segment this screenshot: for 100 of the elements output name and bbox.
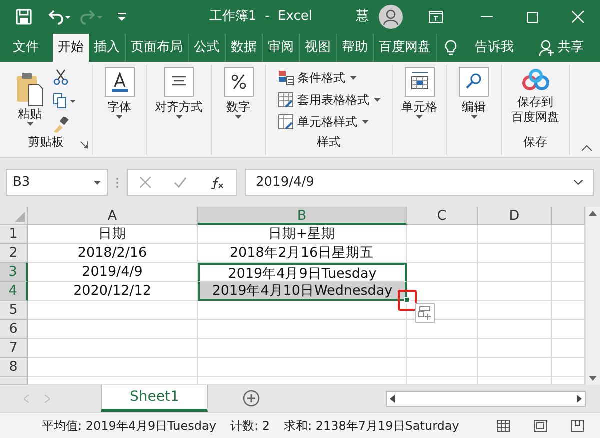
group-label: 样式 [317,134,341,151]
avatar-icon[interactable] [379,5,403,29]
dialog-launcher-icon[interactable] [80,141,88,149]
table-cell [552,301,585,320]
table-cell [552,263,585,282]
scroll-up-icon[interactable] [589,211,597,216]
table-cell [552,339,585,358]
expand-caret-icon [574,180,583,185]
table-cell [407,244,478,263]
ribbon-button[interactable]: 对齐方式 [155,65,203,119]
ribbon-menu-button[interactable]: 条件格式 [278,69,356,87]
row-header[interactable]: 8 [0,358,28,377]
table-cell [552,320,585,339]
caret-icon [235,115,242,119]
scroll-down-icon[interactable] [589,376,597,381]
table-cell [552,225,585,244]
sheet-tab[interactable]: Sheet1 [101,385,208,412]
maximize-icon[interactable] [527,12,538,22]
normal-view-icon[interactable] [497,420,510,432]
group-label: 剪贴板 [28,134,64,151]
column-header[interactable]: A [28,207,198,225]
horizontal-scrollbar[interactable] [386,390,586,406]
copy-icon[interactable] [53,93,77,109]
caret-icon [374,98,380,102]
table-cell [407,320,478,339]
row-header[interactable]: 1 [0,225,28,244]
table-cell: 日期 [28,225,198,244]
formula-field[interactable]: 2019/4/9 [245,169,594,196]
table-cell [407,301,478,320]
customize-caret-icon[interactable] [118,12,126,22]
table-format-icon [278,92,294,108]
caret-icon [94,180,101,184]
page-layout-icon[interactable] [534,420,547,432]
ribbon-menu-button[interactable]: 套用表格格式 [278,91,380,109]
quick-analysis-icon[interactable] [415,303,435,323]
status-text: 平均值: 2019年4月9日Tuesday [42,418,216,434]
name-box[interactable]: B3 [6,169,108,196]
conditional-format-icon [278,70,294,86]
ribbon-tab[interactable]: 开始 [53,34,89,62]
table-cell: 日期+星期 [198,225,407,244]
row-header[interactable]: 2 [0,244,28,263]
ribbon-button[interactable]: 单元格 [402,65,438,119]
table-cell [552,244,585,263]
scroll-left-icon[interactable] [390,394,395,402]
caret-icon [116,115,123,119]
table-cell: 2019/4/9 [28,263,198,282]
caret-icon [26,122,34,126]
person-add-icon[interactable] [539,40,555,56]
save-to-cloud-button[interactable]: 保存到 百度网盘 [512,65,560,125]
save-icon[interactable] [16,9,32,25]
row-header[interactable]: 4 [0,282,28,301]
add-sheet-icon[interactable] [243,390,260,407]
group-label: 保存 [524,134,548,151]
table-cell: 2020/12/12 [28,282,198,301]
table-cell [407,225,478,244]
table-cell [407,358,478,377]
table-cell: 2018/2/16 [28,244,198,263]
status-text: 计数: 2 [230,418,270,434]
table-cell [552,282,585,301]
vertical-scrollbar[interactable] [585,207,600,385]
column-header[interactable]: B [198,207,407,225]
paste-button[interactable]: 粘贴 [15,69,45,126]
window-title: 工作簿1 - Excel [208,8,314,26]
clipboard-icon [15,71,45,107]
undo-icon[interactable] [48,9,72,25]
check-icon[interactable] [174,177,187,188]
caret-icon [176,115,182,119]
caret-icon [416,115,423,119]
scissors-icon[interactable] [53,69,69,85]
collapse-ribbon-icon[interactable] [582,145,592,151]
row-header[interactable]: 3 [0,263,28,282]
table-cell [552,358,585,377]
table-cell [407,282,478,301]
table-cell [407,339,478,358]
status-text: 求和: 2138年7月19日Saturday [284,418,460,434]
row-header[interactable]: 6 [0,320,28,339]
user-name: 慧 [356,8,369,26]
row-header[interactable]: 7 [0,339,28,358]
ribbon-menu-button[interactable]: 单元格样式 [278,113,368,131]
lightbulb-icon [445,40,457,56]
caret-icon [470,115,478,119]
column-header[interactable]: D [478,207,552,225]
scroll-right-icon[interactable] [577,394,582,402]
format-painter-icon[interactable] [53,117,69,133]
cell-style-icon [278,114,294,130]
tell-me-search[interactable]: 告诉我 [475,38,514,58]
share-button[interactable]: 共享 [558,38,584,58]
page-break-icon[interactable] [571,420,584,432]
caret-icon [362,120,368,124]
ribbon-tab[interactable]: 文件 [8,34,53,62]
column-header[interactable]: C [407,207,478,225]
function-icon[interactable] [210,176,224,188]
row-header[interactable]: 5 [0,301,28,320]
ribbon-display-icon[interactable] [429,11,443,23]
grip-icon [116,176,119,188]
close-icon[interactable] [572,11,584,23]
cloud-icon [520,69,550,91]
redo-icon [80,9,104,25]
fill-handle[interactable] [404,297,410,303]
caret-icon [350,76,356,80]
